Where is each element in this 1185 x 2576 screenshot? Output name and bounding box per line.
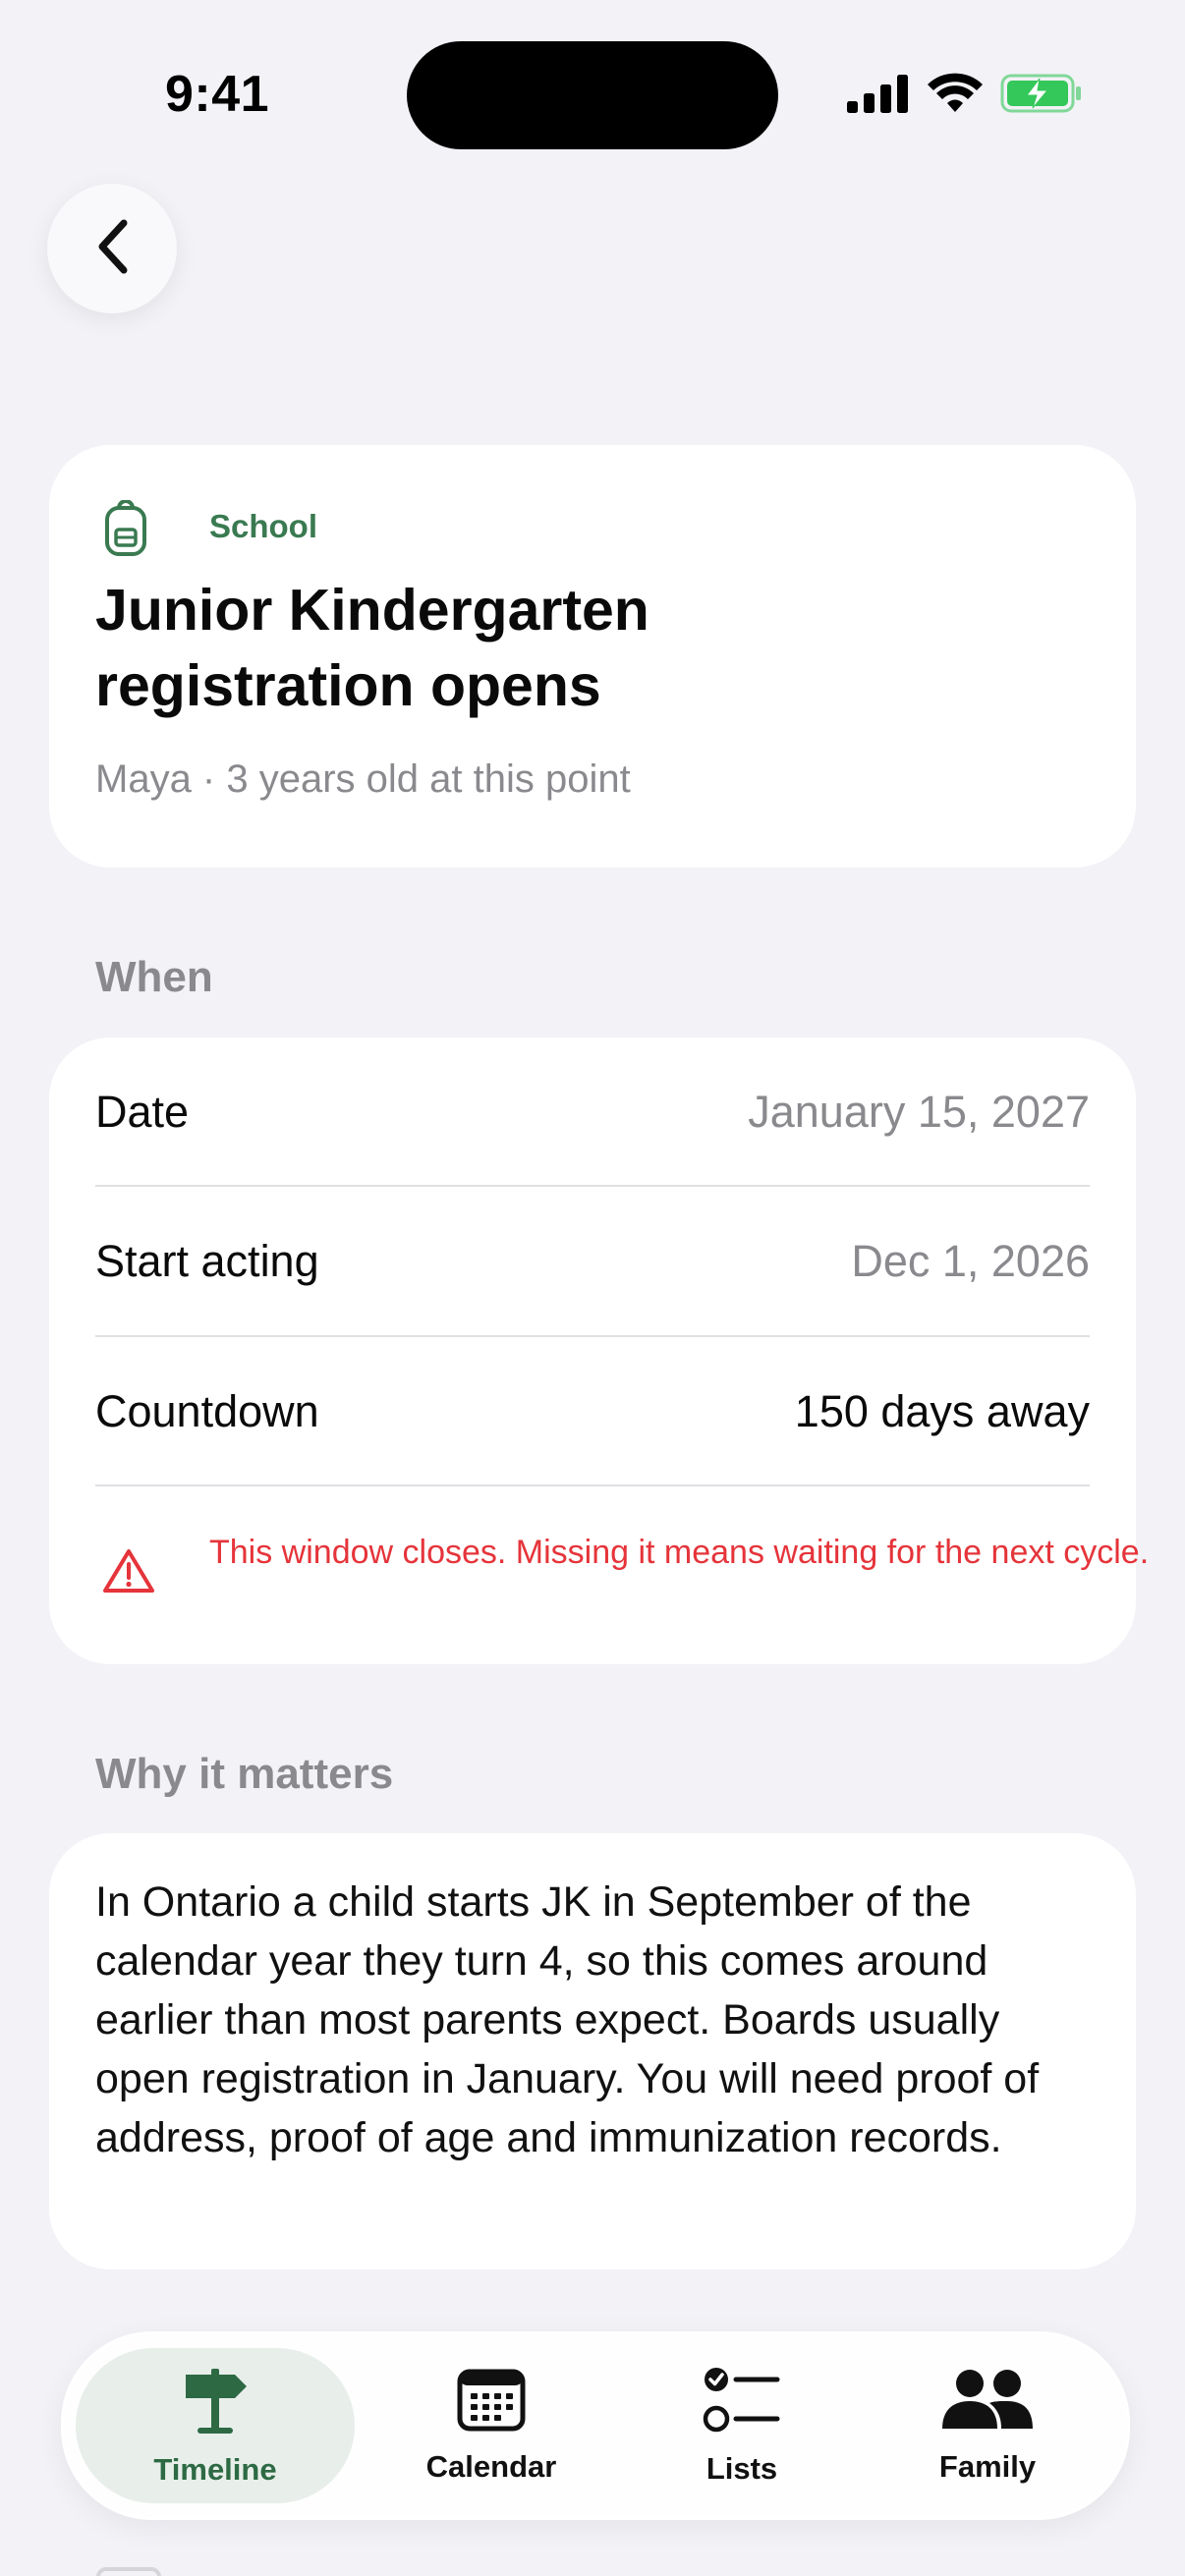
- tab-timeline[interactable]: Timeline: [76, 2348, 355, 2503]
- status-time: 9:41: [165, 66, 270, 123]
- battery-charging-icon: [1000, 74, 1083, 118]
- tab-bar: Timeline Calendar Lists Family: [61, 2331, 1130, 2520]
- signpost-icon: [180, 2365, 251, 2440]
- event-header-card: School Junior Kindergarten registration …: [49, 445, 1136, 868]
- tab-family[interactable]: Family: [889, 2348, 1086, 2503]
- deadline-warning: This window closes. Missing it means wai…: [209, 1534, 1150, 1571]
- date-value: January 15, 2027: [748, 1087, 1090, 1137]
- tab-label: Calendar: [425, 2448, 557, 2484]
- status-icons: [847, 71, 1083, 120]
- calendar-icon: [457, 2368, 526, 2437]
- why-card: In Ontario a child starts JK in Septembe…: [49, 1833, 1136, 2269]
- tab-label: Family: [938, 2448, 1037, 2484]
- countdown-row: Countdown 150 days away: [95, 1337, 1090, 1486]
- category-label: School: [209, 508, 318, 544]
- tab-calendar[interactable]: Calendar: [388, 2348, 594, 2503]
- chevron-left-icon: [92, 217, 132, 281]
- divider: [95, 1484, 1090, 1486]
- warning-triangle-icon: [103, 1548, 154, 1598]
- status-bar: 9:41: [0, 0, 1185, 149]
- countdown-label: Countdown: [95, 1386, 319, 1436]
- cellular-signal-icon: [847, 74, 910, 118]
- date-label: Date: [95, 1087, 190, 1137]
- start-acting-row[interactable]: Start acting Dec 1, 2026: [95, 1187, 1090, 1336]
- tab-label: Lists: [705, 2450, 778, 2486]
- countdown-value: 150 days away: [794, 1386, 1090, 1436]
- date-row[interactable]: Date January 15, 2027: [95, 1037, 1090, 1187]
- why-description: In Ontario a child starts JK in Septembe…: [95, 1878, 1040, 2161]
- back-button[interactable]: [47, 184, 177, 313]
- event-subtitle: Maya · 3 years old at this point: [95, 757, 631, 801]
- section-label-when: When: [95, 953, 213, 1001]
- checklist-icon: [703, 2366, 781, 2439]
- tab-lists[interactable]: Lists: [644, 2348, 840, 2503]
- dynamic-island: [407, 41, 778, 149]
- checkbox-icon: [96, 2567, 161, 2576]
- when-card: Date January 15, 2027 Start acting Dec 1…: [49, 1037, 1149, 1664]
- section-label-why: Why it matters: [95, 1750, 394, 1798]
- start-acting-label: Start acting: [95, 1236, 319, 1286]
- wifi-icon: [928, 73, 983, 119]
- start-acting-value: Dec 1, 2026: [851, 1236, 1090, 1286]
- people-icon: [940, 2368, 1035, 2437]
- event-title: Junior Kindergarten registration opens: [95, 578, 649, 718]
- tab-label: Timeline: [153, 2451, 277, 2487]
- backpack-icon: [104, 499, 147, 562]
